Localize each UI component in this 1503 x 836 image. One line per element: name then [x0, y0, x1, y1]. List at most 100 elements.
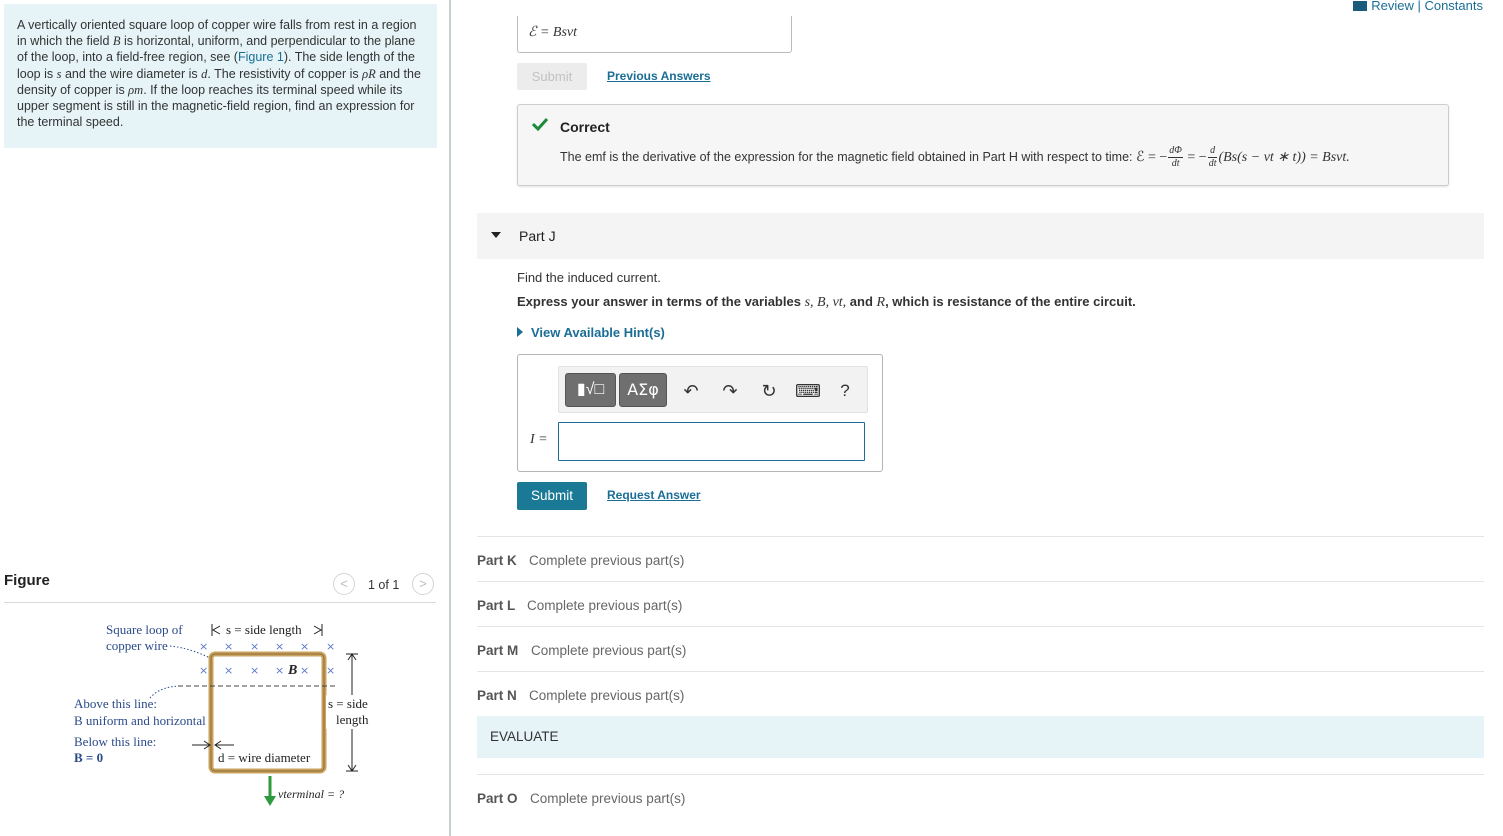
figure-page-count: 1 of 1: [368, 578, 400, 592]
fig-label-vterminal: vterminal = ?: [278, 787, 344, 801]
part-status: Complete previous part(s): [529, 688, 685, 703]
answer-variable-label: I =: [530, 432, 548, 447]
fig-field-crosses: × × × × × × × × × × × ×: [199, 640, 335, 677]
templates-icon[interactable]: ▮√□: [565, 373, 616, 407]
instructions-and: and: [846, 294, 877, 309]
part-status: Complete previous part(s): [531, 643, 687, 658]
problem-statement: A vertically oriented square loop of cop…: [4, 4, 437, 148]
part-label: Part N: [477, 688, 517, 703]
answer-input[interactable]: [558, 422, 865, 461]
figure-prev-button[interactable]: <: [333, 573, 355, 595]
request-answer-link[interactable]: Request Answer: [607, 488, 701, 502]
part-j-instructions: Express your answer in terms of the vari…: [517, 294, 1136, 311]
feedback-frac-d-dt: d dt: [1207, 145, 1218, 169]
symbols-icon[interactable]: ΑΣφ: [619, 373, 667, 407]
part-label: Part O: [477, 791, 518, 806]
feedback-eq-start: ℰ = −: [1135, 149, 1168, 165]
redo-icon[interactable]: ↷: [718, 379, 742, 403]
part-label: Part M: [477, 643, 519, 658]
fig-label-side-top: s = side length: [226, 622, 302, 637]
review-constants-label[interactable]: Review | Constants: [1371, 0, 1483, 13]
figure-next-button[interactable]: >: [412, 573, 434, 595]
part-label: Part L: [477, 598, 516, 613]
part-status: Complete previous part(s): [530, 791, 686, 806]
feedback-frac-dphi-dt: dΦ dt: [1168, 145, 1183, 169]
keyboard-icon[interactable]: ⌨: [795, 379, 821, 403]
feedback-sentence: The emf is the derivative of the express…: [560, 149, 1136, 164]
part-k-row[interactable]: Part K Complete previous part(s): [477, 536, 1484, 581]
review-constants-link[interactable]: Review | Constants: [1353, 0, 1483, 13]
problem-var-rho-m: ρm: [128, 82, 144, 97]
part-l-row[interactable]: Part L Complete previous part(s): [477, 581, 1484, 626]
falling-loop-figure: Square loop of copper wire Above this li…: [74, 622, 378, 806]
part-o-row[interactable]: Part O Complete previous part(s): [477, 774, 1484, 819]
part-j-header[interactable]: Part J: [477, 213, 1484, 259]
svg-text:×: ×: [326, 640, 335, 653]
view-hints-toggle[interactable]: View Available Hint(s): [517, 325, 665, 340]
problem-var-b: B: [112, 34, 121, 49]
fig-label-below-2: B = 0: [74, 750, 103, 765]
svg-text:×: ×: [250, 664, 259, 677]
svg-text:×: ×: [199, 664, 208, 677]
figure-link[interactable]: Figure 1: [238, 50, 284, 64]
part-n-row[interactable]: Part N Complete previous part(s): [477, 671, 1484, 716]
svg-text:×: ×: [224, 640, 233, 653]
part-status: Complete previous part(s): [527, 598, 683, 613]
feedback-eq-end: (Bs(s − vt ∗ t)) = Bsvt.: [1218, 149, 1350, 165]
svg-text:×: ×: [275, 664, 284, 677]
problem-var-rho-r: ρR: [362, 66, 376, 81]
fig-label-below-1: Below this line:: [74, 734, 156, 749]
svg-text:×: ×: [326, 664, 335, 677]
answer-box: ▮√□ ΑΣφ ↶ ↷ ↻ ⌨ ? I =: [517, 354, 883, 472]
check-icon: [532, 117, 548, 131]
figure-divider: [4, 602, 436, 603]
fig-label-side-right-2: length: [336, 712, 369, 727]
svg-text:×: ×: [275, 640, 284, 653]
feedback-status: Correct: [560, 119, 610, 135]
previous-answers-link[interactable]: Previous Answers: [607, 69, 711, 83]
submit-button[interactable]: Submit: [517, 482, 587, 510]
instructions-suffix: , which is resistance of the entire circ…: [885, 294, 1136, 309]
problem-text: and the wire diameter is: [61, 66, 202, 81]
svg-text:×: ×: [199, 640, 208, 653]
part-status: Complete previous part(s): [529, 553, 685, 568]
reset-icon[interactable]: ↻: [757, 379, 781, 403]
evaluate-section-header: EVALUATE: [477, 716, 1484, 758]
evaluate-label: EVALUATE: [490, 729, 559, 744]
fig-label-loop-1: Square loop of: [106, 622, 183, 637]
feedback-text: The emf is the derivative of the express…: [560, 145, 1350, 170]
problem-text: . The resistivity of copper is: [207, 66, 363, 81]
svg-text:×: ×: [300, 640, 309, 653]
pane-divider[interactable]: [449, 0, 451, 836]
feedback-correct-box: Correct The emf is the derivative of the…: [517, 104, 1449, 186]
caret-right-icon: [517, 327, 523, 337]
fig-label-b: B: [287, 663, 297, 678]
feedback-eq-mid: = −: [1183, 149, 1207, 165]
part-j-question: Find the induced current.: [517, 270, 661, 285]
math-toolbar: ▮√□ ΑΣφ ↶ ↷ ↻ ⌨ ?: [558, 366, 868, 413]
book-icon: [1353, 1, 1368, 11]
part-label: Part K: [477, 553, 517, 568]
part-j-title: Part J: [519, 228, 556, 244]
fig-velocity-arrow: [264, 796, 276, 806]
instructions-var-r: R: [876, 295, 886, 310]
instructions-prefix: Express your answer in terms of the vari…: [517, 294, 805, 309]
submit-button-disabled: Submit: [517, 63, 587, 90]
svg-text:×: ×: [250, 640, 259, 653]
view-hints-label[interactable]: View Available Hint(s): [531, 325, 665, 340]
svg-text:×: ×: [224, 664, 233, 677]
fig-label-loop-2: copper wire: [106, 638, 168, 653]
fig-label-diameter: d = wire diameter: [218, 750, 311, 765]
left-pane: A vertically oriented square loop of cop…: [0, 0, 451, 836]
part-m-row[interactable]: Part M Complete previous part(s): [477, 626, 1484, 671]
previous-answer-display: ℰ = Bsvt: [517, 16, 792, 53]
fig-label-above-2: B uniform and horizontal: [74, 713, 206, 728]
figure-title: Figure: [4, 572, 50, 589]
fig-label-above-1: Above this line:: [74, 696, 157, 711]
instructions-vars: s, B, vt,: [804, 295, 847, 310]
help-icon[interactable]: ?: [833, 379, 857, 403]
caret-down-icon[interactable]: [491, 232, 501, 238]
undo-icon[interactable]: ↶: [679, 379, 703, 403]
svg-text:×: ×: [300, 664, 309, 677]
fig-label-side-right-1: s = side: [328, 696, 368, 711]
